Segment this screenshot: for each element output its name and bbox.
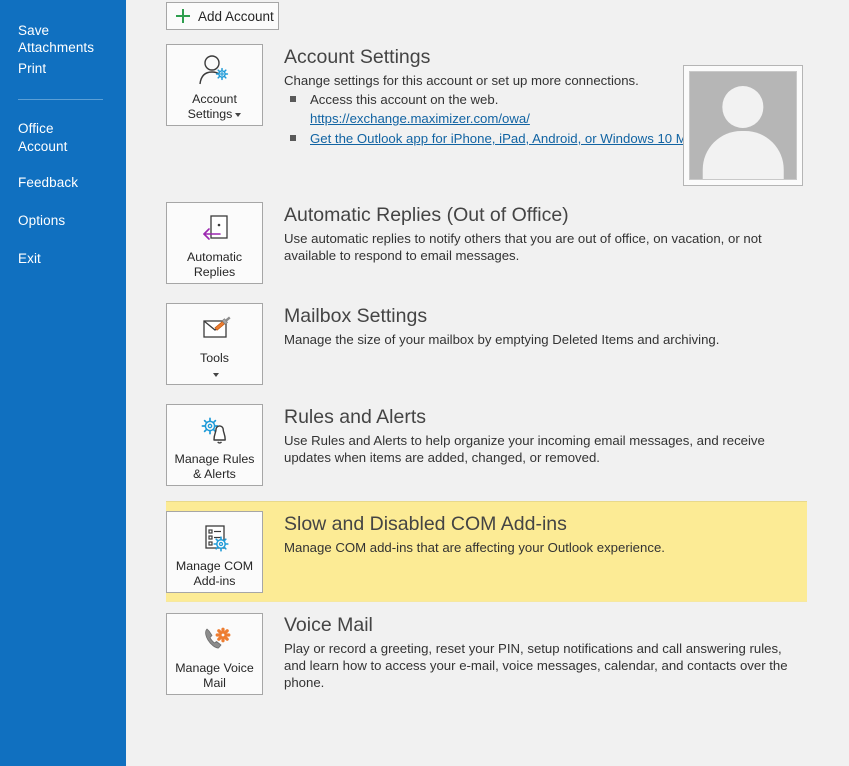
automatic-replies-desc: Use automatic replies to notify others t… [284, 231, 762, 263]
sidebar-item-label: Print [18, 61, 47, 76]
envelope-broom-icon [167, 310, 262, 350]
avatar-head [722, 85, 764, 128]
manage-rules-alerts-button[interactable]: Manage Rules & Alerts [166, 404, 263, 486]
manage-com-addins-button[interactable]: Manage COM Add-ins [166, 511, 263, 593]
account-settings-button[interactable]: Account Settings [166, 44, 263, 126]
automatic-replies-tile-label: Automatic Replies [186, 250, 243, 279]
owa-url-link[interactable]: https://exchange.maximizer.com/owa/ [310, 110, 530, 127]
account-settings-title: Account Settings [284, 46, 431, 68]
rules-and-alerts-desc: Use Rules and Alerts to help organize yo… [284, 433, 765, 465]
mailbox-tools-tile-label: Tools [200, 351, 229, 365]
backstage-sidebar: Save Attachments Print Office Account Fe… [0, 0, 126, 766]
phone-gear-icon [167, 620, 262, 660]
voice-mail-title: Voice Mail [284, 614, 373, 636]
sidebar-item-office-account[interactable]: Office Account [0, 120, 108, 156]
plus-icon [176, 9, 190, 23]
mailbox-settings-desc: Manage the size of your mailbox by empty… [284, 332, 720, 347]
avatar [683, 65, 803, 186]
list-gear-icon [167, 518, 262, 558]
user-photo-placeholder-icon [689, 71, 797, 180]
sidebar-item-label: Save Attachments [18, 23, 95, 55]
rules-and-alerts-title: Rules and Alerts [284, 406, 426, 428]
add-account-button[interactable]: Add Account [166, 2, 279, 30]
sidebar-item-save-attachments[interactable]: Save Attachments [0, 22, 108, 56]
sidebar-item-feedback[interactable]: Feedback [0, 174, 108, 191]
account-information-content: Add Account Account Settings Account Set… [126, 0, 849, 766]
account-settings-tile-label: Account Settings [188, 92, 242, 122]
mailbox-settings-title: Mailbox Settings [284, 305, 428, 327]
manage-rules-alerts-tile-label: Manage Rules & Alerts [174, 452, 255, 481]
sidebar-item-label: Office Account [18, 121, 68, 154]
sidebar-item-exit[interactable]: Exit [0, 250, 108, 267]
outlook-mobile-app-link[interactable]: Get the Outlook app for iPhone, iPad, An… [310, 130, 718, 147]
mailbox-tools-button[interactable]: Tools [166, 303, 263, 385]
sidebar-item-label: Exit [18, 251, 41, 266]
manage-voice-mail-button[interactable]: Manage Voice Mail [166, 613, 263, 695]
gear-bell-icon [167, 411, 262, 451]
bullet-marker [290, 135, 296, 141]
com-addins-desc: Manage COM add-ins that are affecting yo… [284, 540, 665, 555]
automatic-replies-button[interactable]: Automatic Replies [166, 202, 263, 284]
sidebar-item-options[interactable]: Options [0, 212, 108, 229]
bullet-marker [290, 96, 296, 102]
account-settings-web-access-text: Access this account on the web. [310, 92, 499, 107]
sidebar-item-print[interactable]: Print [0, 60, 108, 77]
tools-caret-row [210, 367, 219, 382]
sidebar-divider [18, 99, 103, 100]
com-addins-title: Slow and Disabled COM Add-ins [284, 513, 567, 535]
chevron-down-icon [213, 372, 219, 377]
sidebar-item-label: Feedback [18, 175, 79, 190]
automatic-replies-title: Automatic Replies (Out of Office) [284, 204, 569, 226]
add-account-label: Add Account [198, 8, 274, 24]
account-information-page: Save Attachments Print Office Account Fe… [0, 0, 849, 766]
reply-arrow-icon [167, 209, 262, 249]
person-gear-icon [167, 51, 262, 91]
chevron-down-icon [235, 112, 242, 117]
voice-mail-desc: Play or record a greeting, reset your PI… [284, 641, 788, 690]
avatar-body [702, 130, 784, 179]
manage-voice-mail-tile-label: Manage Voice Mail [175, 661, 254, 690]
manage-com-addins-tile-label: Manage COM Add-ins [175, 559, 254, 588]
sidebar-item-label: Options [18, 213, 66, 228]
